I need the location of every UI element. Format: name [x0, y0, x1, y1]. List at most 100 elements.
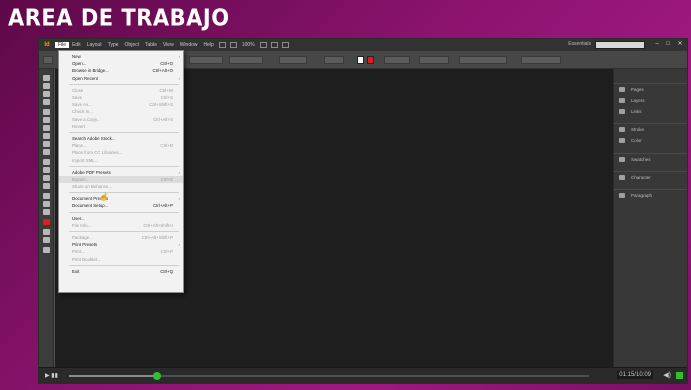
menu-edit[interactable]: Edit: [69, 42, 84, 48]
fullscreen-icon[interactable]: [676, 372, 683, 379]
file-menu-item-open[interactable]: Open... Ctrl+O: [59, 60, 183, 67]
screen-mode-tool-icon[interactable]: [43, 247, 50, 253]
play-icon[interactable]: ▶ ▮▮: [45, 372, 58, 379]
file-menu-item-print[interactable]: Print... Ctrl+P: [59, 248, 183, 255]
x-position-field[interactable]: [189, 56, 223, 64]
selection-tool-icon[interactable]: [43, 75, 50, 81]
file-menu-item-import-xml[interactable]: Import XML...: [59, 156, 183, 163]
video-timeline[interactable]: [69, 372, 589, 380]
zoom-level[interactable]: 100%: [239, 42, 258, 48]
stroke-type-field[interactable]: [419, 56, 449, 64]
scissors-tool-icon[interactable]: [43, 159, 50, 165]
object-style-field[interactable]: [521, 56, 561, 64]
file-menu-item-export[interactable]: Export... Ctrl+E: [59, 175, 183, 183]
menu-window[interactable]: Window: [177, 42, 201, 48]
text-wrap-field[interactable]: [459, 56, 507, 64]
gap-tool-icon[interactable]: [43, 99, 50, 105]
menu-item-shortcut: Ctrl+S: [160, 95, 173, 101]
help-search-input[interactable]: [595, 41, 645, 49]
file-menu-item-close[interactable]: Close Ctrl+W: [59, 87, 183, 94]
workspace-switcher[interactable]: Essentials: [568, 41, 591, 47]
view-options-icon[interactable]: [259, 42, 267, 48]
file-menu-item-adobe-pdf-presets[interactable]: Adobe PDF Presets ›: [59, 169, 183, 176]
stroke-swatch[interactable]: [367, 56, 374, 64]
file-menu-item-user[interactable]: User...: [59, 215, 183, 222]
file-menu-item-place[interactable]: Place... Ctrl+D: [59, 142, 183, 149]
line-tool-icon[interactable]: [43, 117, 50, 123]
menu-item-shortcut: Ctrl+Q: [160, 268, 173, 274]
file-menu-item-print-presets[interactable]: Print Presets ›: [59, 241, 183, 248]
panel-stroke[interactable]: Stroke: [614, 124, 687, 135]
file-menu-item-search-adobe-stock[interactable]: Search Adobe Stock...: [59, 135, 183, 142]
panel-pages[interactable]: Pages: [614, 84, 687, 95]
slide-title: AREA DE TRABAJO: [8, 5, 230, 31]
volume-icon[interactable]: ◀): [663, 371, 671, 379]
panel-paragraph[interactable]: Paragraph: [614, 190, 687, 201]
fill-swatch[interactable]: [357, 56, 364, 64]
timeline-scrub-handle[interactable]: [153, 372, 162, 380]
file-menu-item-share-on-behance[interactable]: Share on Behance...: [59, 183, 183, 190]
file-menu-item-new[interactable]: New ›: [59, 53, 183, 60]
file-menu-item-print-booklet[interactable]: Print Booklet...: [59, 256, 183, 263]
panel-character[interactable]: Character: [614, 172, 687, 183]
file-menu-item-package[interactable]: Package... Ctrl+Alt+Shift+P: [59, 234, 183, 241]
menu-layout[interactable]: Layout: [84, 42, 105, 48]
pen-tool-icon[interactable]: [43, 125, 50, 131]
links-icon: [619, 109, 625, 114]
rotate-field[interactable]: [324, 56, 344, 64]
pencil-tool-icon[interactable]: [43, 133, 50, 139]
type-tool-icon[interactable]: [43, 109, 50, 115]
menu-item-label: Export...: [72, 176, 89, 182]
file-menu-item-place-from-cc-libraries[interactable]: Place from CC Libraries...: [59, 149, 183, 156]
file-menu-item-save-as[interactable]: Save As... Ctrl+Shift+S: [59, 101, 183, 108]
fill-stroke-swatch-icon[interactable]: [43, 219, 50, 225]
panel-swatches[interactable]: Swatches: [614, 154, 687, 165]
panel-layers[interactable]: Layers: [614, 95, 687, 106]
file-menu-item-document-setup[interactable]: Document Setup... Ctrl+Alt+P: [59, 202, 183, 209]
menu-view[interactable]: View: [160, 42, 177, 48]
direct-selection-tool-icon[interactable]: [43, 83, 50, 89]
panel-label: Pages: [631, 87, 644, 92]
maximize-icon[interactable]: □: [664, 40, 672, 48]
scale-field[interactable]: [279, 56, 307, 64]
screen-mode-icon[interactable]: [270, 42, 278, 48]
close-icon[interactable]: ✕: [676, 40, 684, 48]
bridge-icon[interactable]: [218, 42, 226, 48]
note-tool-icon[interactable]: [43, 183, 50, 189]
stock-icon[interactable]: [229, 42, 237, 48]
file-menu-item-file-info[interactable]: File Info... Ctrl+Alt+Shift+I: [59, 222, 183, 229]
stroke-weight-field[interactable]: [384, 56, 410, 64]
minimize-icon[interactable]: –: [653, 40, 661, 48]
menu-table[interactable]: Table: [142, 42, 160, 48]
gradient-tool-icon[interactable]: [43, 175, 50, 181]
reference-point-icon[interactable]: [43, 56, 53, 64]
menu-help[interactable]: Help: [201, 42, 217, 48]
file-menu-item-open-recent[interactable]: Open Recent ›: [59, 75, 183, 82]
menu-type[interactable]: Type: [105, 42, 122, 48]
hand-tool-icon[interactable]: [43, 201, 50, 207]
width-field[interactable]: [229, 56, 263, 64]
zoom-tool-icon[interactable]: [43, 209, 50, 215]
file-menu-item-exit[interactable]: Exit Ctrl+Q: [59, 268, 183, 275]
page-tool-icon[interactable]: [43, 91, 50, 97]
file-menu-item-document-presets[interactable]: Document Presets ›: [59, 195, 183, 202]
rectangle-frame-tool-icon[interactable]: [43, 141, 50, 147]
file-menu-item-revert[interactable]: Revert: [59, 123, 183, 130]
mouse-cursor-icon: ☝: [99, 192, 109, 201]
file-menu-item-browse-in-bridge[interactable]: Browse in Bridge... Ctrl+Alt+O: [59, 67, 183, 74]
menu-object[interactable]: Object: [122, 42, 142, 48]
free-transform-tool-icon[interactable]: [43, 167, 50, 173]
file-menu-item-save-a-copy[interactable]: Save a Copy... Ctrl+Alt+S: [59, 116, 183, 123]
apply-color-icon[interactable]: [43, 237, 50, 243]
rectangle-tool-icon[interactable]: [43, 149, 50, 155]
panel-color[interactable]: Color: [614, 135, 687, 146]
file-menu-item-check-in[interactable]: Check In...: [59, 108, 183, 115]
file-menu-item-save[interactable]: Save Ctrl+S: [59, 94, 183, 101]
panel-links[interactable]: Links: [614, 106, 687, 117]
formatting-affects-icon[interactable]: [43, 229, 50, 235]
menu-separator: [69, 131, 179, 133]
arrange-documents-icon[interactable]: [281, 42, 289, 48]
menu-file[interactable]: File: [55, 42, 70, 48]
submenu-arrow-icon: ›: [178, 242, 180, 248]
eyedropper-tool-icon[interactable]: [43, 193, 50, 199]
